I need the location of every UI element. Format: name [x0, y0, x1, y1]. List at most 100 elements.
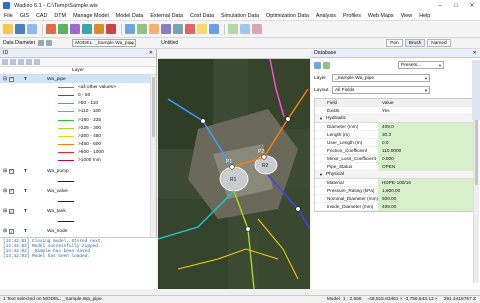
print-icon[interactable] — [27, 24, 37, 34]
menu-external-data[interactable]: External Data — [150, 13, 183, 19]
menu-simulation-data[interactable]: Simulation Data — [221, 13, 259, 19]
menu-view[interactable]: View — [401, 13, 413, 19]
remove-layer-icon[interactable] — [10, 59, 16, 65]
layer-row-wa-tank[interactable]: ⊞ ✓ T Wa_tank — [0, 207, 156, 215]
edit-icon[interactable] — [314, 61, 321, 69]
pan-icon[interactable] — [82, 24, 92, 34]
named-button[interactable]: Named — [427, 39, 451, 47]
grid-scrollbar[interactable] — [473, 93, 479, 283]
grid-row-exists[interactable]: Exists Yes — [315, 107, 476, 115]
grid-row[interactable]: Pipe_Status OPEN — [315, 162, 476, 171]
expand-icon[interactable]: ⊟ — [3, 77, 7, 82]
redo-icon[interactable] — [58, 24, 68, 34]
menu-help[interactable]: Help — [419, 13, 430, 19]
tank-icon[interactable] — [209, 24, 219, 34]
run-analysis-icon[interactable] — [161, 24, 171, 34]
menu-file[interactable]: File — [4, 13, 13, 19]
layer-row-wa-pipe[interactable]: ⊟ ✓ T Wa_pipe — [0, 75, 156, 84]
layout-label: Layout — [314, 87, 329, 93]
field-value[interactable]: HDPE-100/16 — [378, 178, 476, 187]
undo-icon[interactable] — [46, 24, 56, 34]
brush-button[interactable]: Brush — [404, 39, 426, 47]
field-value[interactable]: 1,600.00 — [378, 186, 476, 195]
field-value[interactable]: 409.00 — [378, 202, 476, 211]
close-icon[interactable]: ✕ — [473, 50, 477, 56]
pump-icon[interactable] — [185, 24, 195, 34]
map-label: P2 — [258, 149, 264, 155]
grid-row[interactable]: Inside_Diameter (mm) 409.00 — [315, 202, 476, 211]
model-layer-select[interactable]: MODEL: _Sample.Wa_pipe ▼ — [72, 39, 137, 47]
menu-cost-data[interactable]: Cost Data — [190, 13, 214, 19]
untitled-tab[interactable]: Untitled — [161, 40, 178, 46]
pen-button[interactable]: Pen — [386, 39, 403, 47]
text-style-icon: T — [24, 168, 27, 174]
field-value[interactable]: 0.000 — [378, 154, 476, 163]
zoom-to-icon[interactable] — [323, 61, 330, 69]
close-button[interactable]: ✕ — [464, 0, 480, 11]
menu-model-data[interactable]: Model Data — [116, 13, 144, 19]
layer-icon[interactable] — [125, 24, 135, 34]
layer-checkbox[interactable]: ✓ — [9, 188, 15, 194]
layer-row-wa-pump[interactable]: ⊞ ✓ T Wa_pump — [0, 167, 156, 175]
pipe-icon[interactable] — [173, 24, 183, 34]
menu-analysis[interactable]: Analysis — [316, 13, 336, 19]
menu-manage-model[interactable]: Manage Model — [73, 13, 109, 19]
layer-row-wa-valve[interactable]: ⊞ ✓ T Wa_valve — [0, 187, 156, 195]
field-value[interactable]: 30.3 — [378, 130, 476, 139]
expand-icon[interactable]: ⊞ — [3, 229, 7, 234]
field-value[interactable]: Yes — [378, 107, 476, 115]
menu-profiles[interactable]: Profiles — [343, 13, 361, 19]
close-icon[interactable]: ✕ — [149, 50, 153, 56]
property-grid: Field Value Exists Yes ▼ Hydraulic Diame… — [314, 98, 477, 212]
measure-icon[interactable] — [240, 24, 250, 34]
layer-checkbox[interactable]: ✓ — [9, 229, 15, 235]
collapse-icon[interactable]: ▼ — [319, 172, 323, 177]
expand-icon[interactable]: ⊞ — [3, 169, 7, 174]
layer-select[interactable]: _Sample.Wa_pipe ▼ — [332, 74, 430, 82]
add-layer-icon[interactable] — [2, 59, 8, 65]
label-icon[interactable] — [252, 24, 262, 34]
layers-toolbar — [0, 58, 156, 67]
zoom-out-icon[interactable] — [106, 24, 116, 34]
side-tab-strip[interactable] — [472, 60, 480, 120]
menu-dtm[interactable]: DTM — [54, 13, 66, 19]
secondary-toolbar: Data Diameter MODEL: _Sample.Wa_pipe ▼ U… — [0, 38, 480, 49]
map-canvas[interactable]: P1 P2 R1 R2 — [158, 59, 310, 289]
layer-checkbox[interactable]: ✓ — [9, 209, 15, 215]
move-up-icon[interactable] — [18, 59, 24, 65]
layout-select[interactable]: All Fields ▼ — [332, 86, 430, 94]
scrollbar-thumb[interactable] — [152, 77, 155, 137]
zoom-in-icon[interactable] — [94, 24, 104, 34]
field-value[interactable]: 500.00 — [378, 194, 476, 203]
move-down-icon[interactable] — [26, 59, 32, 65]
minimize-button[interactable]: – — [432, 0, 448, 11]
field-value[interactable]: 409.0 — [378, 122, 476, 131]
menu-optimization-data[interactable]: Optimization Data — [266, 13, 309, 19]
save-icon[interactable] — [15, 24, 25, 34]
filter-icon[interactable] — [46, 40, 53, 46]
menu-gis[interactable]: GIS — [20, 13, 29, 19]
expand-icon[interactable]: ⊞ — [3, 209, 7, 214]
table-icon[interactable] — [137, 24, 147, 34]
layer-checkbox[interactable]: ✓ — [9, 76, 15, 82]
field-value[interactable]: OPEN — [378, 162, 476, 171]
layer-checkbox[interactable]: ✓ — [9, 168, 15, 174]
node-icon[interactable] — [228, 24, 238, 34]
expand-icon[interactable]: ⊞ — [3, 189, 7, 194]
layer-row-wa-node[interactable]: ⊞ ✓ T Wa_node — [0, 228, 156, 236]
collapse-icon[interactable]: ▼ — [319, 116, 323, 121]
field-value[interactable]: 110.0000 — [378, 146, 476, 155]
open-folder-icon[interactable] — [3, 24, 13, 34]
database-header: Database ✕ — [311, 49, 480, 58]
presets-select[interactable]: Presets... ▼ — [398, 61, 444, 69]
select-icon[interactable] — [70, 24, 80, 34]
field-value[interactable]: 0.0 — [378, 138, 476, 147]
maximize-button[interactable]: □ — [448, 0, 464, 11]
menu-cad[interactable]: CAD — [36, 13, 47, 19]
menu-web-maps[interactable]: Web Maps — [368, 13, 394, 19]
legend-list: <all other values> 0 - 50 >50 - 110 >110 - … — [0, 83, 156, 165]
chart-icon[interactable] — [149, 24, 159, 34]
pin-icon[interactable] — [38, 40, 45, 46]
properties-icon[interactable] — [34, 59, 40, 65]
valve-icon[interactable] — [197, 24, 207, 34]
